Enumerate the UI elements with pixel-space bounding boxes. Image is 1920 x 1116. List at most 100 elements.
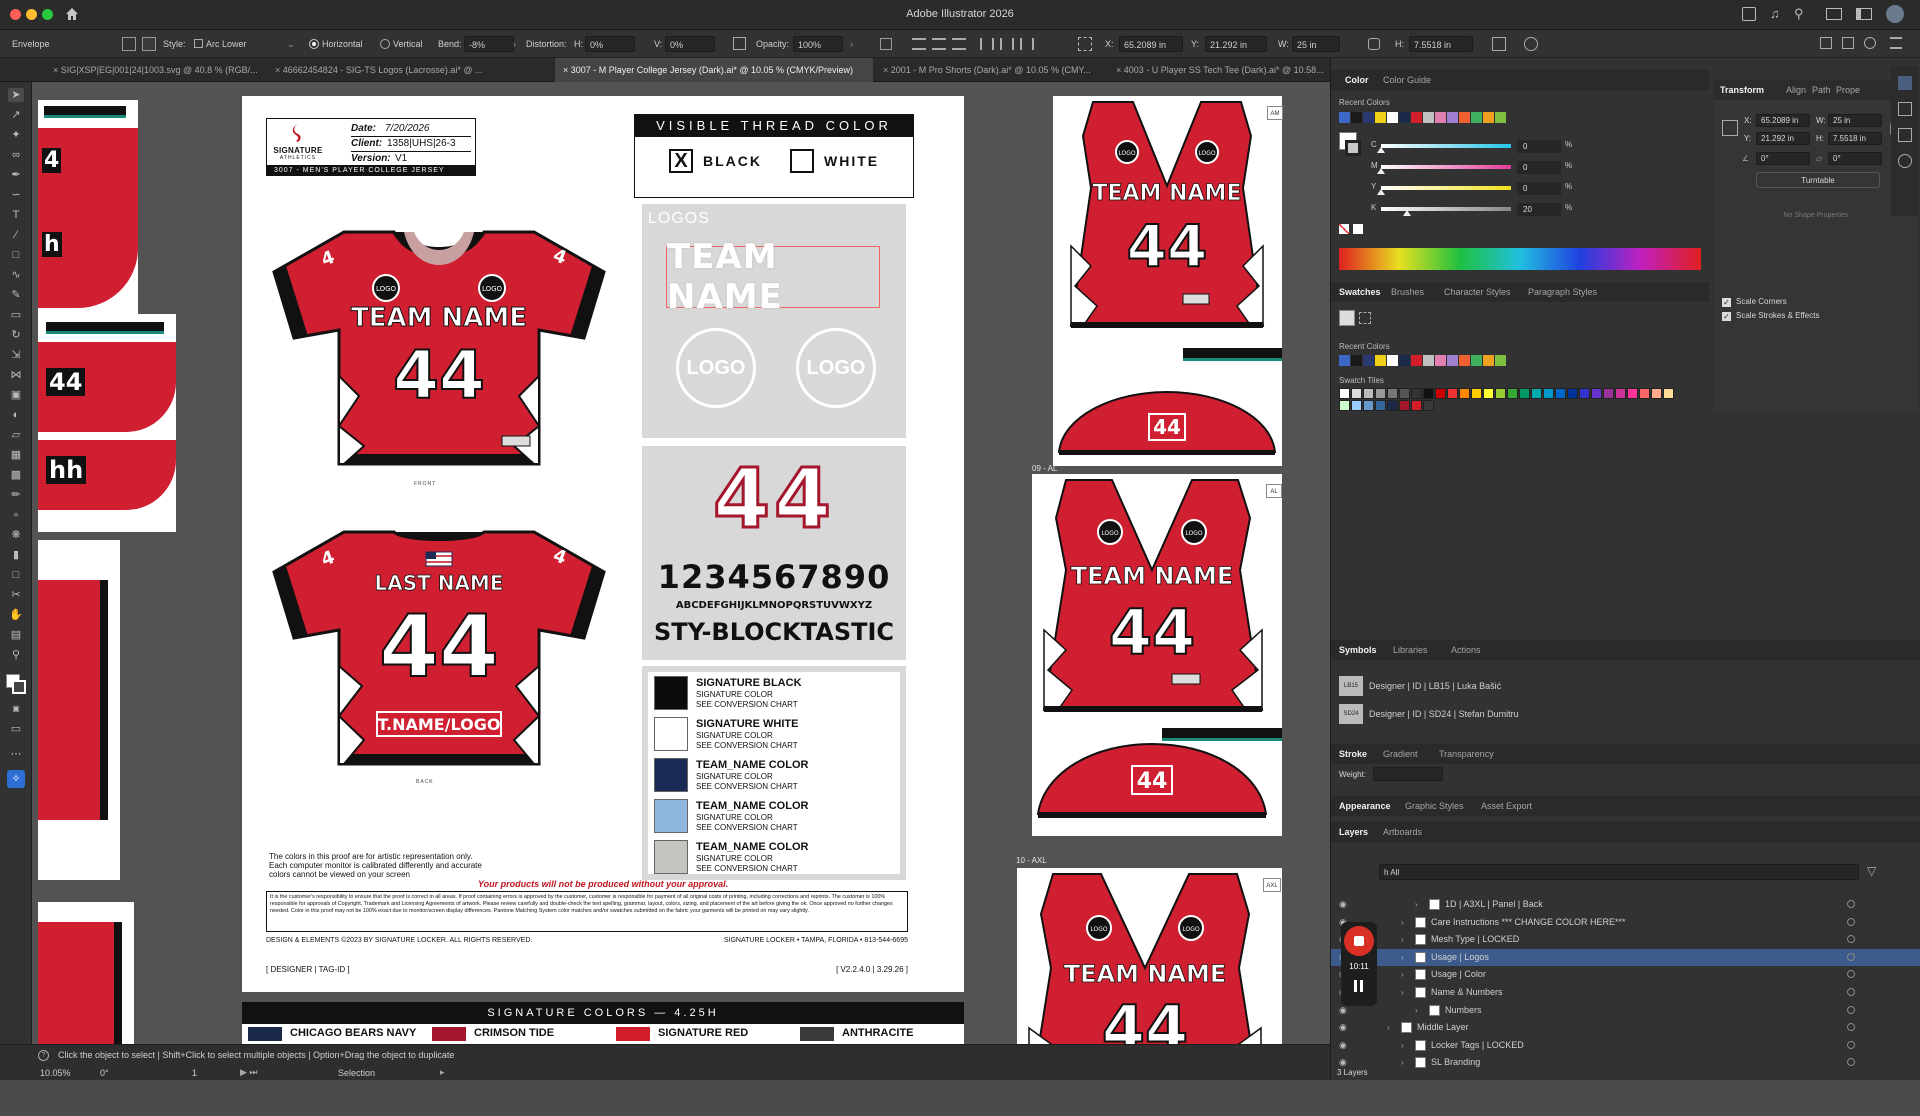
direct-selection-tool-icon[interactable]: ↗ <box>8 108 24 122</box>
swatch-tile[interactable] <box>1663 388 1674 399</box>
perspective-grid-icon[interactable]: ▱ <box>8 428 24 442</box>
weight-input[interactable] <box>1373 767 1443 781</box>
chevron-right-icon[interactable]: › <box>1401 1037 1404 1054</box>
mesh-tool-icon[interactable]: ▦ <box>8 448 24 462</box>
align-bottom-icon[interactable] <box>1020 38 1034 50</box>
recent-color-swatch[interactable] <box>1459 112 1470 123</box>
canvas[interactable]: 4 h 44 hh SIGNATURE ATHLETICS Date: 7/20… <box>32 82 1330 1044</box>
opacity-input[interactable]: 100% <box>793 36 843 52</box>
menu-icon[interactable] <box>1890 37 1902 49</box>
white-swatch[interactable] <box>1353 224 1363 234</box>
swatch-tile[interactable] <box>1363 400 1374 411</box>
more-tools-icon[interactable]: ⋯ <box>8 747 24 761</box>
width-tool-icon[interactable]: ⋈ <box>8 368 24 382</box>
swatch-tile[interactable] <box>1531 388 1542 399</box>
chevron-right-icon[interactable]: › <box>1401 984 1404 1001</box>
tab-properties[interactable]: Prope <box>1836 81 1860 99</box>
swatch-tile[interactable] <box>1435 388 1446 399</box>
panel-toggle-icon[interactable] <box>1842 37 1854 49</box>
recent-color-swatch[interactable] <box>1375 355 1386 366</box>
artboard-nav-icon[interactable]: ▶ ⏭ <box>240 1067 258 1078</box>
tab-symbols[interactable]: Symbols <box>1339 641 1377 659</box>
eye-icon[interactable]: ◉ <box>1339 1019 1347 1036</box>
slider-track[interactable] <box>1381 165 1511 169</box>
filter-icon[interactable]: ▽ <box>1867 864 1876 878</box>
slider-value-input[interactable]: 0 <box>1517 140 1561 153</box>
workspace-icon[interactable] <box>1826 8 1842 20</box>
h-input[interactable]: 7.5518 in <box>1409 36 1473 52</box>
free-transform-icon[interactable]: ▣ <box>8 388 24 402</box>
chevron-right-icon[interactable]: › <box>513 36 516 52</box>
recent-color-swatch[interactable] <box>1411 112 1422 123</box>
recent-color-swatch[interactable] <box>1351 355 1362 366</box>
scale-strokes-checkbox[interactable]: ✓ <box>1722 312 1731 321</box>
swatch-tile[interactable] <box>1591 388 1602 399</box>
tab-transform[interactable]: Transform <box>1720 81 1764 99</box>
layer-target-icon[interactable] <box>1847 1058 1855 1067</box>
y-input[interactable]: 21.292 in <box>1205 36 1267 52</box>
recent-color-swatch[interactable] <box>1339 112 1350 123</box>
swatch-tile[interactable] <box>1459 388 1470 399</box>
swatch-tile[interactable] <box>1363 388 1374 399</box>
properties-panel-icon[interactable] <box>1898 76 1912 90</box>
recent-color-swatch[interactable] <box>1339 355 1350 366</box>
swatch-tile[interactable] <box>1447 388 1458 399</box>
layer-row[interactable]: ◉ › Care Instructions *** CHANGE COLOR HER… <box>1331 914 1920 931</box>
pause-icon[interactable] <box>1353 980 1365 992</box>
type-tool-icon[interactable]: T <box>8 208 24 222</box>
swatch-tile[interactable] <box>1579 388 1590 399</box>
rotation-value[interactable]: 0° <box>100 1068 109 1078</box>
slider-thumb[interactable] <box>1377 168 1385 174</box>
slider-track[interactable] <box>1381 144 1511 148</box>
swatch-tile[interactable] <box>1339 400 1350 411</box>
close-window-button[interactable] <box>10 9 21 20</box>
tab-appearance[interactable]: Appearance <box>1339 797 1391 815</box>
symbol-name[interactable]: Designer | ID | LB15 | Luka Bašić <box>1369 681 1501 691</box>
swatch-tile[interactable] <box>1387 400 1398 411</box>
link-icon[interactable] <box>1368 38 1380 50</box>
recent-color-swatch[interactable] <box>1423 355 1434 366</box>
layer-row[interactable]: ◉ › Locker Tags | LOCKED <box>1331 1037 1920 1054</box>
slider-thumb[interactable] <box>1377 147 1385 153</box>
recent-color-swatch[interactable] <box>1399 112 1410 123</box>
chevron-right-icon[interactable]: › <box>1415 896 1418 913</box>
recent-color-swatch[interactable] <box>1495 355 1506 366</box>
x-input[interactable]: 65.2089 in <box>1119 36 1183 52</box>
curvature-tool-icon[interactable]: ∽ <box>8 188 24 202</box>
chevron-down-icon[interactable]: ⌄ <box>287 36 295 52</box>
tab-color[interactable]: Color <box>1345 71 1369 89</box>
layer-row[interactable]: ◉›Mesh Type | LOCKED <box>1331 931 1920 948</box>
chevron-right-icon[interactable]: › <box>1401 966 1404 983</box>
recent-color-swatch[interactable] <box>1363 112 1374 123</box>
swatch-tiles[interactable] <box>1339 388 1709 428</box>
tab-artboards[interactable]: Artboards <box>1383 823 1422 841</box>
layer-row[interactable]: ◉ › SL Branding <box>1331 1054 1920 1071</box>
zoom-level[interactable]: 10.05% <box>40 1068 71 1078</box>
tab-stroke[interactable]: Stroke <box>1339 745 1367 763</box>
scale-corners-checkbox[interactable]: ✓ <box>1722 298 1731 307</box>
recent-color-swatch[interactable] <box>1459 355 1470 366</box>
doc-tab-3[interactable]: × 3007 - M Player College Jersey (Dark).… <box>555 58 873 82</box>
slider-thumb[interactable] <box>1403 210 1411 216</box>
home-icon[interactable] <box>64 6 80 22</box>
swatch-tile[interactable] <box>1375 388 1386 399</box>
swatch-tile[interactable] <box>1651 388 1662 399</box>
recent-color-swatch[interactable] <box>1471 112 1482 123</box>
recent-color-swatch[interactable] <box>1423 112 1434 123</box>
tab-swatches[interactable]: Swatches <box>1339 283 1381 301</box>
tab-graphic-styles[interactable]: Graphic Styles <box>1405 797 1464 815</box>
h-distortion-input[interactable]: 0% <box>585 36 635 52</box>
style-dropdown[interactable]: Arc Lower <box>206 36 247 52</box>
t-y-input[interactable]: 21.292 in <box>1756 132 1810 145</box>
align-left-icon[interactable] <box>912 38 926 50</box>
tab-close-icon[interactable]: × <box>883 65 891 75</box>
stroke-swatch[interactable] <box>12 680 26 694</box>
horizontal-radio[interactable] <box>309 39 319 49</box>
lasso-icon[interactable]: ∞ <box>8 148 24 162</box>
recent-colors-row[interactable] <box>1339 112 1519 123</box>
sparkle-icon[interactable]: ✧ <box>7 770 25 788</box>
transform-ref-icon[interactable] <box>1078 37 1092 51</box>
t-w-input[interactable]: 25 in <box>1828 114 1882 127</box>
line-tool-icon[interactable]: ∕ <box>8 228 24 242</box>
swatch-tile[interactable] <box>1375 400 1386 411</box>
